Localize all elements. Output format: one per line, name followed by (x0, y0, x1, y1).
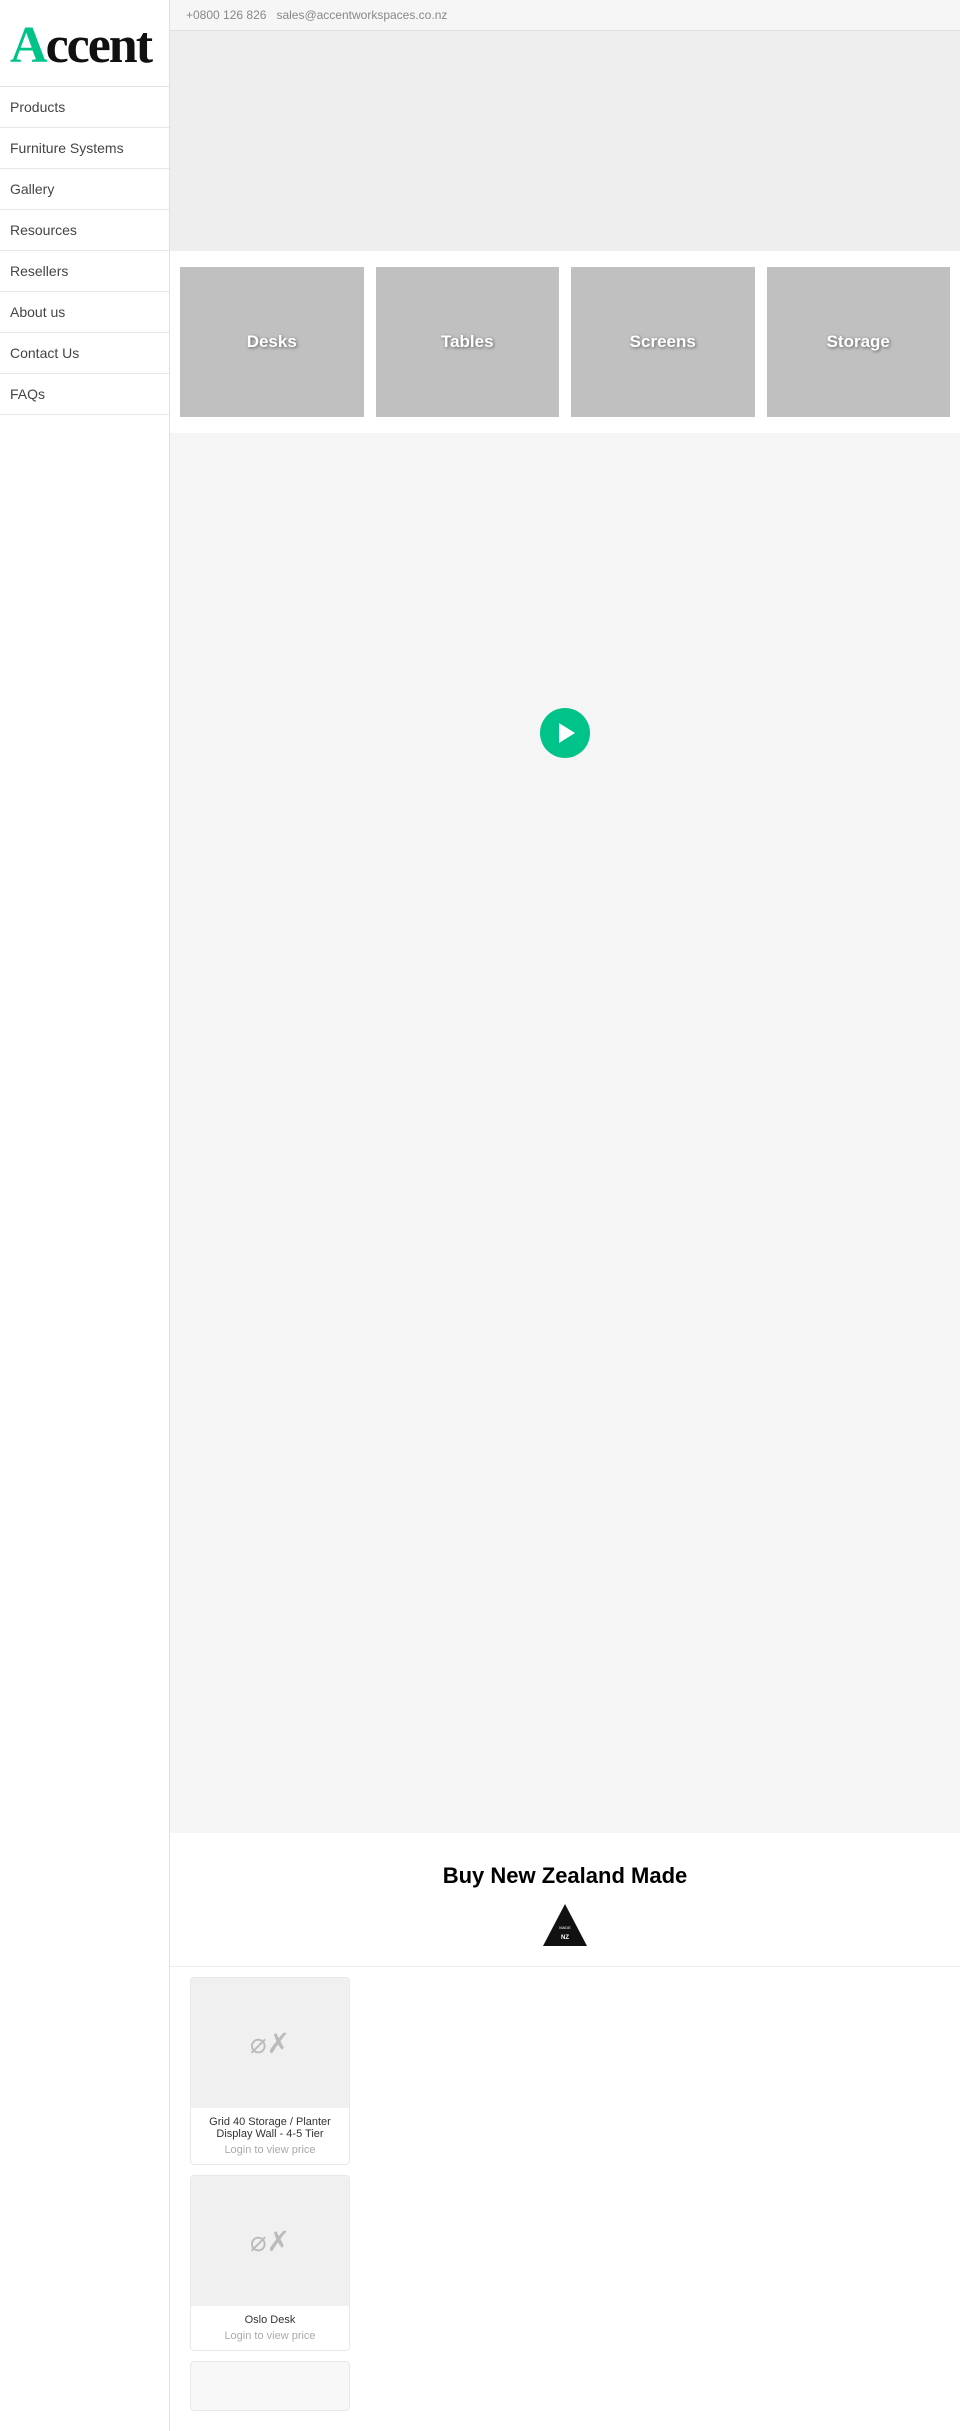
main-content: +0800 126 826 sales@accentworkspaces.co.… (170, 0, 960, 2431)
product-name-grid40: Grid 40 Storage / Planter Display Wall -… (199, 2116, 341, 2140)
top-bar: +0800 126 826 sales@accentworkspaces.co.… (170, 0, 960, 31)
sidebar-item-products[interactable]: Products (0, 87, 169, 128)
category-tiles: Desks Tables Screens Storage (170, 251, 960, 433)
phone-number: +0800 126 826 (186, 8, 266, 22)
category-tile-screens[interactable]: Screens (571, 267, 755, 417)
nz-made-section: Buy New Zealand Made NZ MADE (170, 1833, 960, 1967)
category-tile-desks[interactable]: Desks (180, 267, 364, 417)
products-section: ⌀✗ Grid 40 Storage / Planter Display Wal… (170, 1967, 960, 2431)
product-image-oslo: ⌀✗ (191, 2176, 349, 2306)
hero-banner (170, 31, 960, 251)
product-name-oslo: Oslo Desk (199, 2314, 341, 2326)
nz-made-title: Buy New Zealand Made (190, 1863, 940, 1889)
play-icon (559, 723, 575, 743)
broken-image-icon-oslo: ⌀✗ (250, 2225, 290, 2258)
sidebar-item-resources[interactable]: Resources (0, 210, 169, 251)
product-info-grid40: Grid 40 Storage / Planter Display Wall -… (191, 2108, 349, 2164)
svg-text:NZ: NZ (561, 1935, 569, 1941)
video-section (170, 433, 960, 1033)
sidebar-item-contact-us[interactable]: Contact Us (0, 333, 169, 374)
sidebar-item-faqs[interactable]: FAQs (0, 374, 169, 415)
email-address: sales@accentworkspaces.co.nz (276, 8, 447, 22)
svg-text:MADE: MADE (559, 1925, 571, 1930)
sidebar: Accent Products Furniture Systems Galler… (0, 0, 170, 2431)
logo-rest: ccent (46, 17, 151, 74)
site-logo: Accent (10, 20, 159, 72)
sidebar-nav: Products Furniture Systems Gallery Resou… (0, 87, 169, 415)
logo-area: Accent (0, 0, 169, 87)
logo-accent-letter: A (10, 17, 46, 74)
play-button[interactable] (540, 708, 590, 758)
product-price-grid40: Login to view price (199, 2144, 341, 2156)
category-tile-storage[interactable]: Storage (767, 267, 951, 417)
product-card-oslo[interactable]: ⌀✗ Oslo Desk Login to view price (190, 2175, 350, 2351)
category-label-tables: Tables (441, 332, 494, 352)
product-image-grid40: ⌀✗ (191, 1978, 349, 2108)
product-card-grid40[interactable]: ⌀✗ Grid 40 Storage / Planter Display Wal… (190, 1977, 350, 2165)
product-card-placeholder (190, 2361, 350, 2411)
product-info-oslo: Oslo Desk Login to view price (191, 2306, 349, 2350)
sidebar-item-resellers[interactable]: Resellers (0, 251, 169, 292)
category-tile-tables[interactable]: Tables (376, 267, 560, 417)
product-price-oslo: Login to view price (199, 2330, 341, 2342)
sidebar-item-furniture-systems[interactable]: Furniture Systems (0, 128, 169, 169)
nz-made-badge-icon: NZ MADE (540, 1901, 590, 1951)
large-grey-section (170, 1033, 960, 1833)
category-label-screens: Screens (630, 332, 696, 352)
category-label-desks: Desks (247, 332, 297, 352)
category-label-storage: Storage (827, 332, 890, 352)
broken-image-icon: ⌀✗ (250, 2027, 290, 2060)
sidebar-item-about-us[interactable]: About us (0, 292, 169, 333)
sidebar-item-gallery[interactable]: Gallery (0, 169, 169, 210)
